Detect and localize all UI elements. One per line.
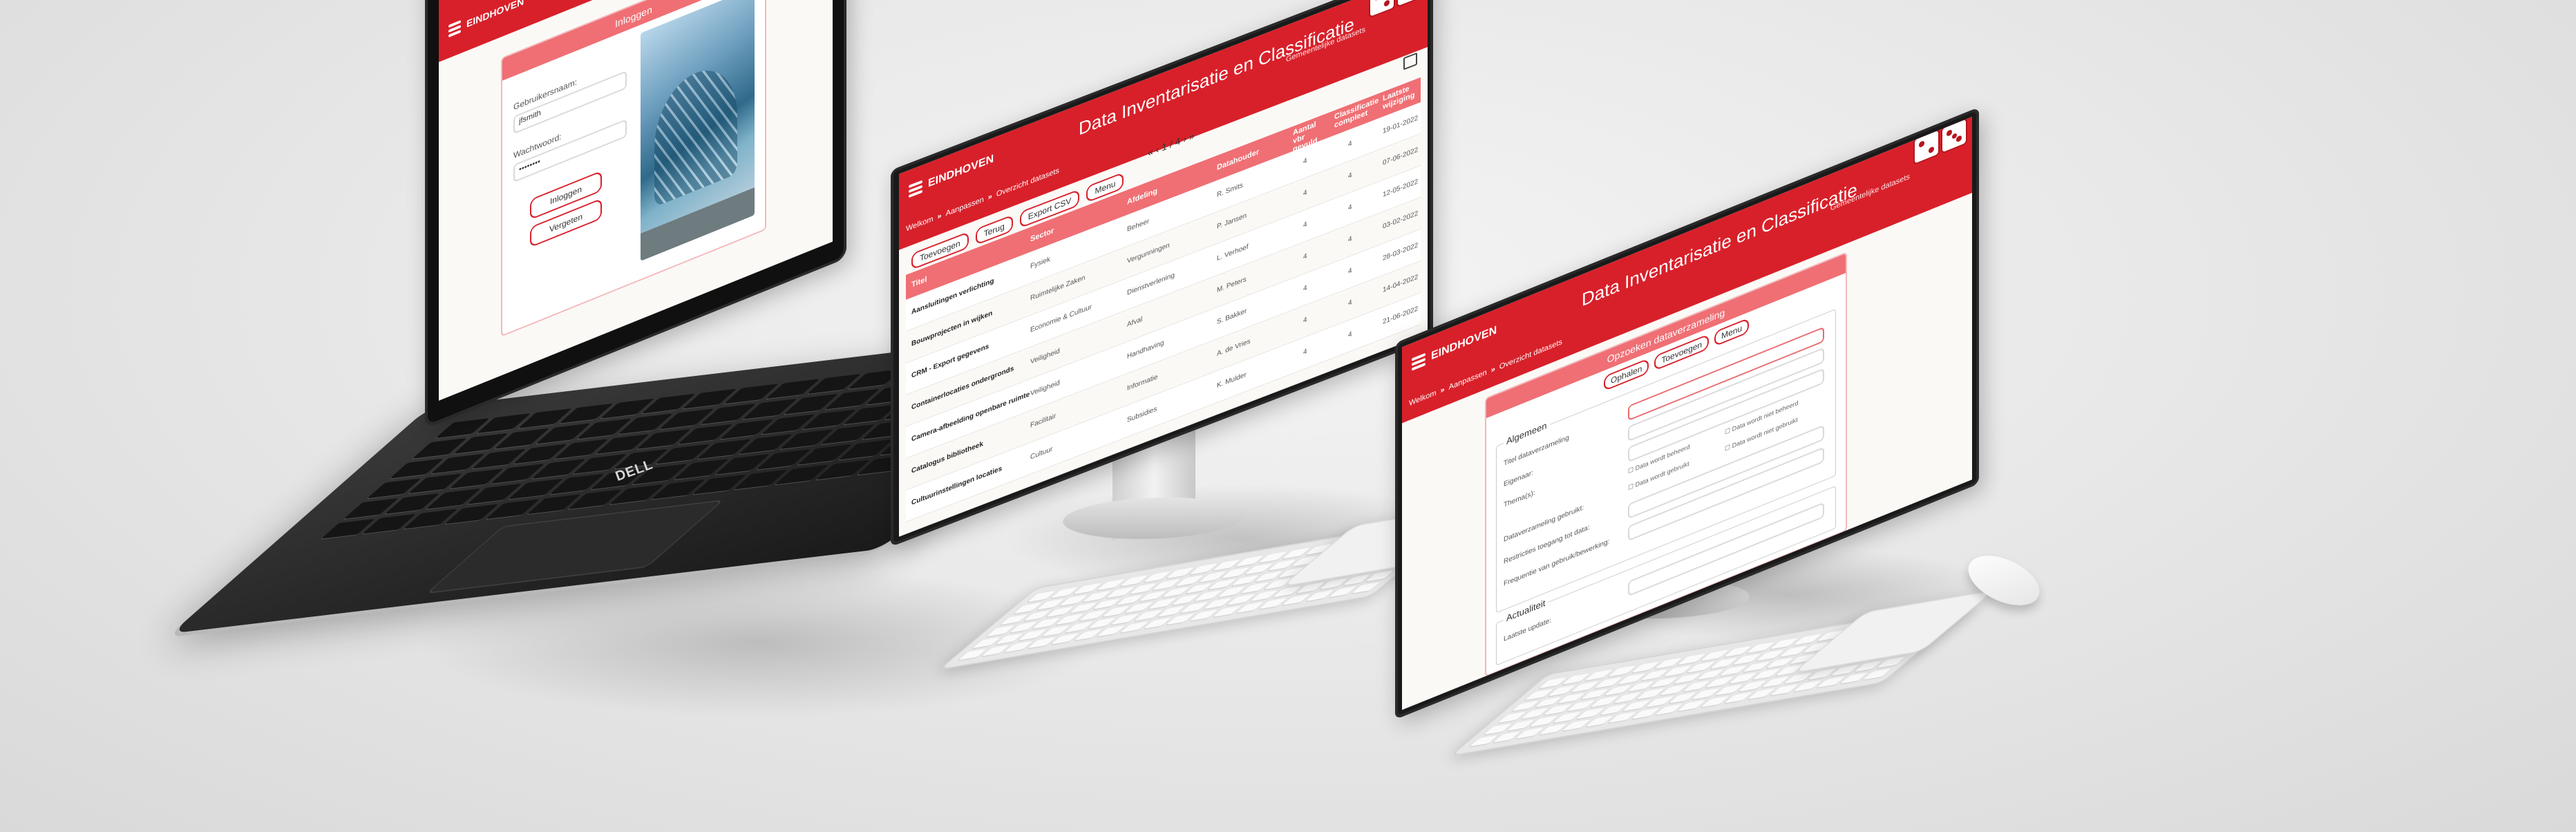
building-photo <box>641 0 755 261</box>
username-value: jfsmith <box>519 108 541 126</box>
brand-name: EINDHOVEN <box>466 0 524 30</box>
field-label: Restricties toegang tot data: <box>1504 523 1590 566</box>
table-cell: Beheer <box>1127 217 1150 234</box>
table-cell: M. Peters <box>1217 275 1247 295</box>
field-label: Thema(s): <box>1504 489 1535 509</box>
field-label: Frequentie van gebruik/bewerking: <box>1504 537 1610 588</box>
eindhoven-logo-icon <box>448 19 461 38</box>
chevron-right-icon: » <box>1490 364 1495 375</box>
key[interactable] <box>1862 668 1892 680</box>
column-header[interactable]: Sector <box>1030 227 1054 244</box>
table-cell: Fysiek <box>1030 255 1050 271</box>
table-cell: 4 <box>1303 348 1307 357</box>
breadcrumb-item[interactable]: Overzicht datasets <box>996 167 1059 199</box>
table-cell: Vergunningen <box>1127 241 1170 266</box>
table-cell: 4 <box>1348 299 1352 308</box>
table-cell: Cultuur <box>1030 445 1053 462</box>
table-cell: 4 <box>1348 140 1352 149</box>
table-cell: Handhaving <box>1127 339 1164 361</box>
table-cell: 4 <box>1303 316 1307 325</box>
table-cell: Informatie <box>1127 372 1158 393</box>
chevron-right-icon: » <box>937 211 942 222</box>
breadcrumb-item[interactable]: Aanpassen <box>946 196 984 218</box>
dice-logo <box>1369 0 1423 19</box>
table-cell: 4 <box>1303 284 1307 294</box>
breadcrumb-item[interactable]: Welkom <box>906 215 934 234</box>
laptop-lid: EINDHOVEN Data Inventarisatie en Classif… <box>425 0 846 428</box>
password-value: •••••••• <box>519 157 540 175</box>
breadcrumb: Welkom » Aanpassen » Overzicht datasets <box>906 167 1059 234</box>
column-header[interactable]: Afdeling <box>1127 187 1157 207</box>
table-cell: L. Verhoef <box>1217 243 1249 263</box>
table-cell: Subsidies <box>1127 405 1157 425</box>
breadcrumb-item[interactable]: Overzicht datasets <box>1499 338 1562 372</box>
monitor-left: EINDHOVEN Data Inventarisatie en Classif… <box>891 0 1434 547</box>
table-cell: 14-04-2022 <box>1383 273 1419 294</box>
eindhoven-logo-icon <box>909 180 922 198</box>
table-cell: 4 <box>1303 157 1307 167</box>
table-cell: 4 <box>1303 220 1307 230</box>
table-cell: 07-06-2022 <box>1383 146 1419 167</box>
table-cell: 03-02-2022 <box>1383 209 1419 231</box>
table-cell: R. Smits <box>1217 181 1243 200</box>
table-cell: 28-03-2022 <box>1383 241 1419 263</box>
table-cell: 21-06-2022 <box>1383 305 1419 326</box>
table-cell: P. Jansen <box>1217 211 1247 231</box>
field-label: Eigenaar: <box>1504 469 1533 489</box>
table-cell: Veiligheid <box>1030 347 1060 366</box>
table-cell: 4 <box>1348 203 1352 213</box>
table-cell: 4 <box>1348 235 1352 245</box>
die-icon <box>1396 0 1423 8</box>
chevron-right-icon: » <box>1440 385 1445 395</box>
table-cell: 19-01-2022 <box>1383 114 1419 135</box>
column-header[interactable]: Titel <box>911 275 927 290</box>
table-cell: 4 <box>1348 171 1352 181</box>
brand-logo: EINDHOVEN <box>448 0 524 38</box>
key[interactable] <box>1351 582 1381 594</box>
table-cell: S. Bakker <box>1217 307 1247 327</box>
table-cell: 4 <box>1303 252 1307 262</box>
brand-name: EINDHOVEN <box>928 153 994 190</box>
chevron-right-icon: » <box>987 191 992 202</box>
table-cell: Afval <box>1127 315 1143 330</box>
table-cell: 4 <box>1303 189 1307 198</box>
table-cell: K. Mulder <box>1217 370 1247 390</box>
general-section-title: Algemeen <box>1504 419 1550 448</box>
table-cell: A. de Vries <box>1217 337 1251 359</box>
die-icon <box>1369 0 1395 19</box>
table-cell: Veiligheid <box>1030 379 1060 398</box>
table-cell: Facilitair <box>1030 412 1057 430</box>
eindhoven-logo-icon <box>1412 352 1426 371</box>
breadcrumb-item[interactable]: Welkom <box>1409 388 1437 408</box>
monitor-right: EINDHOVEN Data Inventarisatie en Classif… <box>1395 107 1979 720</box>
table-cell: 4 <box>1348 330 1352 340</box>
table-cell: 4 <box>1348 267 1352 276</box>
breadcrumb-item[interactable]: Aanpassen <box>1449 368 1487 392</box>
table-cell: 12-05-2022 <box>1383 178 1419 199</box>
